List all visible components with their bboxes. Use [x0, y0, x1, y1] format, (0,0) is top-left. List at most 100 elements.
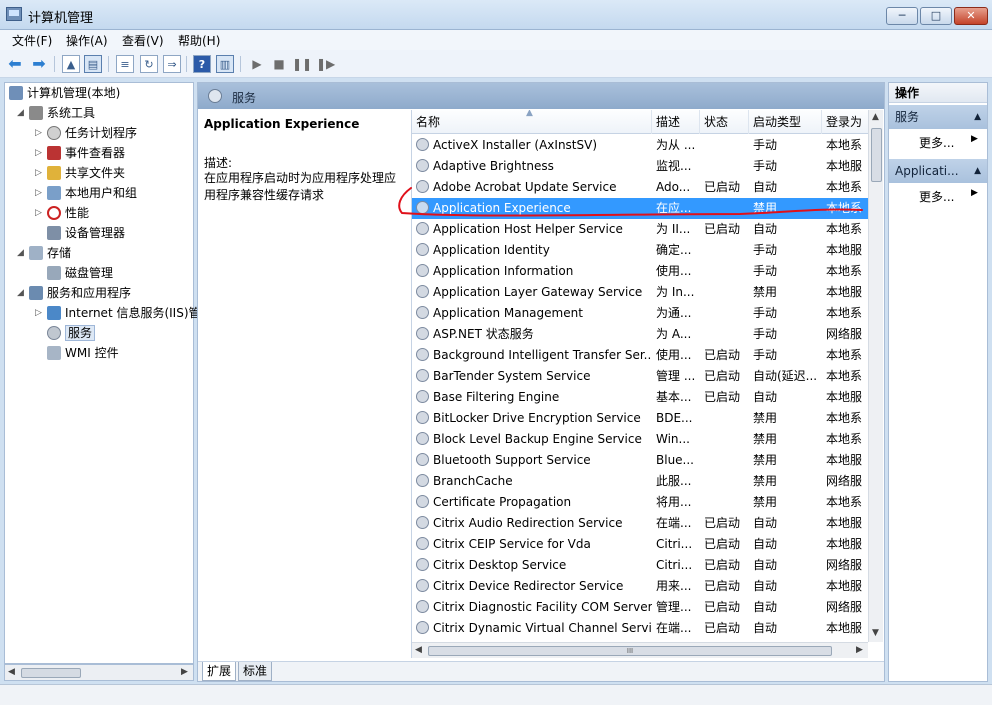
- start-icon[interactable]: ▶: [248, 55, 266, 73]
- table-row[interactable]: Application Experience 在应... 禁用 本地系: [412, 198, 868, 219]
- more-actions-services[interactable]: 更多... ▶: [919, 134, 978, 151]
- minimize-button[interactable]: ─: [886, 7, 918, 25]
- tree-item-computer-management[interactable]: 计算机管理(本地): [9, 84, 120, 102]
- service-gear-icon: [416, 285, 429, 298]
- table-row[interactable]: Base Filtering Engine 基本... 已启动 自动 本地服: [412, 387, 868, 408]
- collapse-triangle-icon[interactable]: ▲: [974, 159, 981, 183]
- menu-help[interactable]: 帮助(H): [178, 32, 220, 49]
- scroll-up-arrow-icon[interactable]: ▲: [872, 112, 879, 122]
- service-gear-icon: [416, 621, 429, 634]
- service-desc: 管理...: [656, 600, 692, 614]
- action-pane-icon[interactable]: ▥: [216, 55, 234, 73]
- menu-action[interactable]: 操作(A): [66, 32, 108, 49]
- table-row[interactable]: Bluetooth Support Service Blue... 禁用 本地服: [412, 450, 868, 471]
- pause-icon[interactable]: ❚❚: [292, 55, 312, 73]
- table-row[interactable]: Citrix Diagnostic Facility COM Server 管理.…: [412, 597, 868, 618]
- expand-arrow-icon[interactable]: ▷: [35, 164, 42, 182]
- tree-item-storage[interactable]: ◢ 存储: [17, 244, 71, 262]
- scrollbar-thumb[interactable]: [21, 668, 81, 678]
- table-row[interactable]: Application Identity 确定... 手动 本地服: [412, 240, 868, 261]
- table-row[interactable]: BarTender System Service 管理 ... 已启动 自动(延迟..…: [412, 366, 868, 387]
- column-logon-as[interactable]: 登录为: [822, 110, 868, 134]
- tab-standard[interactable]: 标准: [238, 662, 273, 681]
- tree-horizontal-scrollbar[interactable]: ◀ ▶: [4, 664, 194, 681]
- table-row[interactable]: Citrix Desktop Service Citri... 已启动 自动 网络服: [412, 555, 868, 576]
- menu-view[interactable]: 查看(V): [122, 32, 164, 49]
- scroll-down-arrow-icon[interactable]: ▼: [872, 628, 879, 638]
- table-row[interactable]: ASP.NET 状态服务 为 A... 手动 网络服: [412, 324, 868, 345]
- tree-item-shared-folders[interactable]: ▷ 共享文件夹: [35, 164, 125, 182]
- expand-arrow-icon[interactable]: ▷: [35, 204, 42, 222]
- tab-extended[interactable]: 扩展: [202, 662, 237, 681]
- table-row[interactable]: Application Host Helper Service 为 II... 已启…: [412, 219, 868, 240]
- maximize-button[interactable]: □: [920, 7, 952, 25]
- table-row[interactable]: BranchCache 此服... 禁用 网络服: [412, 471, 868, 492]
- table-row[interactable]: Adaptive Brightness 监视... 手动 本地服: [412, 156, 868, 177]
- show-hide-tree-icon[interactable]: ▤: [84, 55, 102, 73]
- table-row[interactable]: Citrix Audio Redirection Service 在端... 已启动…: [412, 513, 868, 534]
- collapse-triangle-icon[interactable]: ▲: [974, 105, 981, 129]
- actions-section-selected[interactable]: Applicati... ▲: [889, 159, 987, 183]
- menu-file[interactable]: 文件(F): [12, 32, 52, 49]
- service-name: ASP.NET 状态服务: [416, 324, 652, 345]
- service-startup-type: 手动: [753, 159, 778, 173]
- tree-item-local-users[interactable]: ▷ 本地用户和组: [35, 184, 137, 202]
- tree-item-performance[interactable]: ▷ 性能: [35, 204, 89, 222]
- column-name[interactable]: 名称: [412, 110, 652, 134]
- expand-arrow-icon[interactable]: ▷: [35, 144, 42, 162]
- expand-arrow-icon[interactable]: ▷: [35, 304, 42, 322]
- table-row[interactable]: Citrix Device Redirector Service 用来... 已启动…: [412, 576, 868, 597]
- more-actions-selected[interactable]: 更多... ▶: [919, 188, 978, 205]
- device-manager-icon: [47, 226, 61, 240]
- tree-item-disk-management[interactable]: 磁盘管理: [47, 264, 113, 282]
- list-vertical-scrollbar[interactable]: ▲ ▼: [868, 110, 883, 642]
- refresh-icon[interactable]: ↻: [140, 55, 158, 73]
- tree-item-iis[interactable]: ▷ Internet 信息服务(IIS)管: [35, 304, 201, 322]
- tree-item-device-manager[interactable]: 设备管理器: [47, 224, 125, 242]
- restart-icon[interactable]: ❚▶: [316, 55, 335, 73]
- help-icon[interactable]: ?: [193, 55, 211, 73]
- tree-item-wmi[interactable]: WMI 控件: [47, 344, 119, 362]
- collapse-arrow-icon[interactable]: ◢: [17, 104, 24, 122]
- scroll-right-arrow-icon[interactable]: ▶: [181, 667, 188, 677]
- actions-section-services[interactable]: 服务 ▲: [889, 105, 987, 129]
- table-row[interactable]: Citrix Dynamic Virtual Channel Servi... 在…: [412, 618, 868, 639]
- collapse-arrow-icon[interactable]: ◢: [17, 284, 24, 302]
- table-row[interactable]: Application Layer Gateway Service 为 In...…: [412, 282, 868, 303]
- scroll-left-arrow-icon[interactable]: ◀: [8, 667, 15, 677]
- scrollbar-thumb[interactable]: [871, 128, 882, 182]
- close-button[interactable]: ✕: [954, 7, 988, 25]
- up-folder-icon[interactable]: ▲: [62, 55, 80, 73]
- tree-item-services-apps[interactable]: ◢ 服务和应用程序: [17, 284, 131, 302]
- table-row[interactable]: Adobe Acrobat Update Service Ado... 已启动 自动 本…: [412, 177, 868, 198]
- table-row[interactable]: Application Management 为通... 手动 本地系: [412, 303, 868, 324]
- expand-arrow-icon[interactable]: ▷: [35, 184, 42, 202]
- table-row[interactable]: ActiveX Installer (AxInstSV) 为从 ... 手动 本地系: [412, 135, 868, 156]
- scroll-left-arrow-icon[interactable]: ◀: [415, 645, 422, 655]
- column-description[interactable]: 描述: [652, 110, 700, 134]
- tree-item-task-scheduler[interactable]: ▷ 任务计划程序: [35, 124, 137, 142]
- list-horizontal-scrollbar[interactable]: ◀ III ▶: [412, 642, 868, 658]
- tree-item-services[interactable]: 服务: [47, 324, 96, 342]
- table-row[interactable]: Certificate Propagation 将用... 禁用 本地系: [412, 492, 868, 513]
- service-desc: Citri...: [656, 558, 693, 572]
- expand-arrow-icon[interactable]: ▷: [35, 124, 42, 142]
- stop-icon[interactable]: ■: [270, 55, 288, 73]
- forward-icon[interactable]: ➡: [30, 55, 48, 73]
- service-startup-type: 禁用: [753, 495, 778, 509]
- table-row[interactable]: Block Level Backup Engine Service Win... 禁…: [412, 429, 868, 450]
- export-list-icon[interactable]: ≡: [116, 55, 134, 73]
- table-row[interactable]: Application Information 使用... 手动 本地系: [412, 261, 868, 282]
- back-icon[interactable]: ⬅: [6, 55, 24, 73]
- scrollbar-thumb[interactable]: III: [428, 646, 832, 656]
- tree-item-system-tools[interactable]: ◢ 系统工具: [17, 104, 95, 122]
- tree-item-event-viewer[interactable]: ▷ 事件查看器: [35, 144, 125, 162]
- scroll-right-arrow-icon[interactable]: ▶: [856, 645, 863, 655]
- collapse-arrow-icon[interactable]: ◢: [17, 244, 24, 262]
- column-startup-type[interactable]: 启动类型: [749, 110, 822, 134]
- table-row[interactable]: Citrix CEIP Service for Vda Citri... 已启动 自动…: [412, 534, 868, 555]
- properties-icon[interactable]: ⇒: [163, 55, 181, 73]
- table-row[interactable]: BitLocker Drive Encryption Service BDE...…: [412, 408, 868, 429]
- table-row[interactable]: Background Intelligent Transfer Ser... 使用…: [412, 345, 868, 366]
- column-status[interactable]: 状态: [700, 110, 749, 134]
